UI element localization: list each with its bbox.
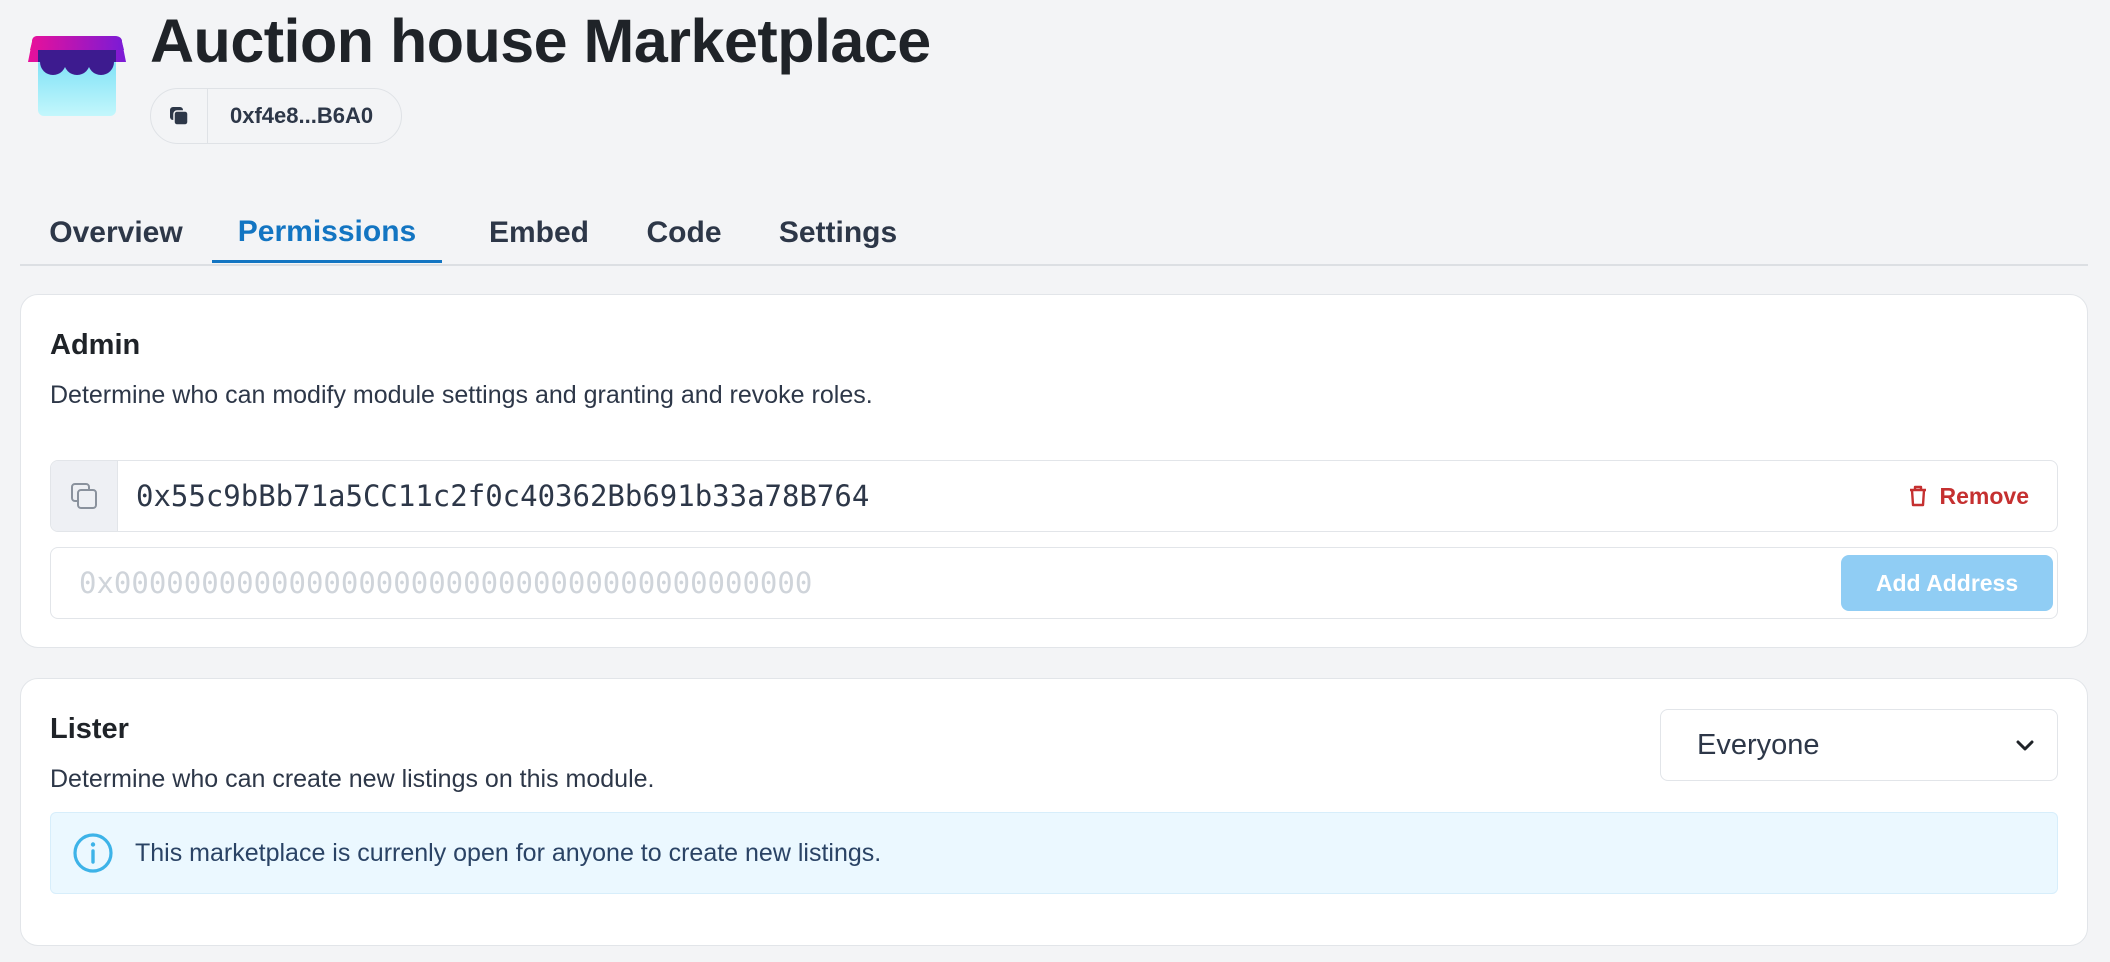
tab-code[interactable]: Code [624, 204, 744, 262]
contract-address-pill[interactable]: 0xf4e8...B6A0 [150, 88, 402, 144]
select-value: Everyone [1697, 728, 1820, 761]
admin-address-row: 0x55c9bBb71a5CC11c2f0c40362Bb691b33a78B7… [50, 460, 2058, 532]
info-text: This marketplace is currenly open for an… [135, 838, 882, 867]
info-icon [73, 833, 113, 873]
remove-label: Remove [1939, 482, 2029, 509]
page-title: Auction house Marketplace [150, 7, 931, 75]
remove-button[interactable]: Remove [1908, 483, 2029, 510]
tab-bar: Overview Permissions Embed Code Settings [20, 204, 2088, 266]
chevron-down-icon [2016, 740, 2034, 751]
lister-description: Determine who can create new listings on… [50, 765, 655, 793]
tab-overview[interactable]: Overview [20, 204, 212, 262]
copy-icon [170, 107, 189, 126]
contract-address: 0xf4e8...B6A0 [230, 103, 374, 128]
trash-icon [1909, 485, 1926, 507]
admin-card: Admin Determine who can modify module se… [20, 294, 2088, 648]
tab-settings[interactable]: Settings [744, 204, 932, 262]
admin-address: 0x55c9bBb71a5CC11c2f0c40362Bb691b33a78B7… [136, 479, 870, 513]
tab-embed[interactable]: Embed [450, 204, 628, 262]
add-address-row: Add Address [50, 547, 2058, 619]
copy-address-button[interactable] [51, 461, 118, 531]
lister-card: Lister Determine who can create new list… [20, 678, 2088, 946]
admin-title: Admin [50, 329, 141, 361]
lister-title: Lister [50, 713, 129, 745]
lister-permission-select[interactable]: Everyone [1660, 709, 2058, 781]
info-alert: This marketplace is currenly open for an… [50, 812, 2058, 894]
copy-icon [71, 483, 97, 509]
add-address-button[interactable]: Add Address [1841, 555, 2053, 611]
address-input[interactable] [51, 547, 1841, 619]
admin-description: Determine who can modify module settings… [50, 381, 873, 409]
tab-permissions[interactable]: Permissions [212, 204, 442, 263]
storefront-icon [28, 36, 126, 116]
copy-address-button[interactable] [151, 89, 208, 143]
